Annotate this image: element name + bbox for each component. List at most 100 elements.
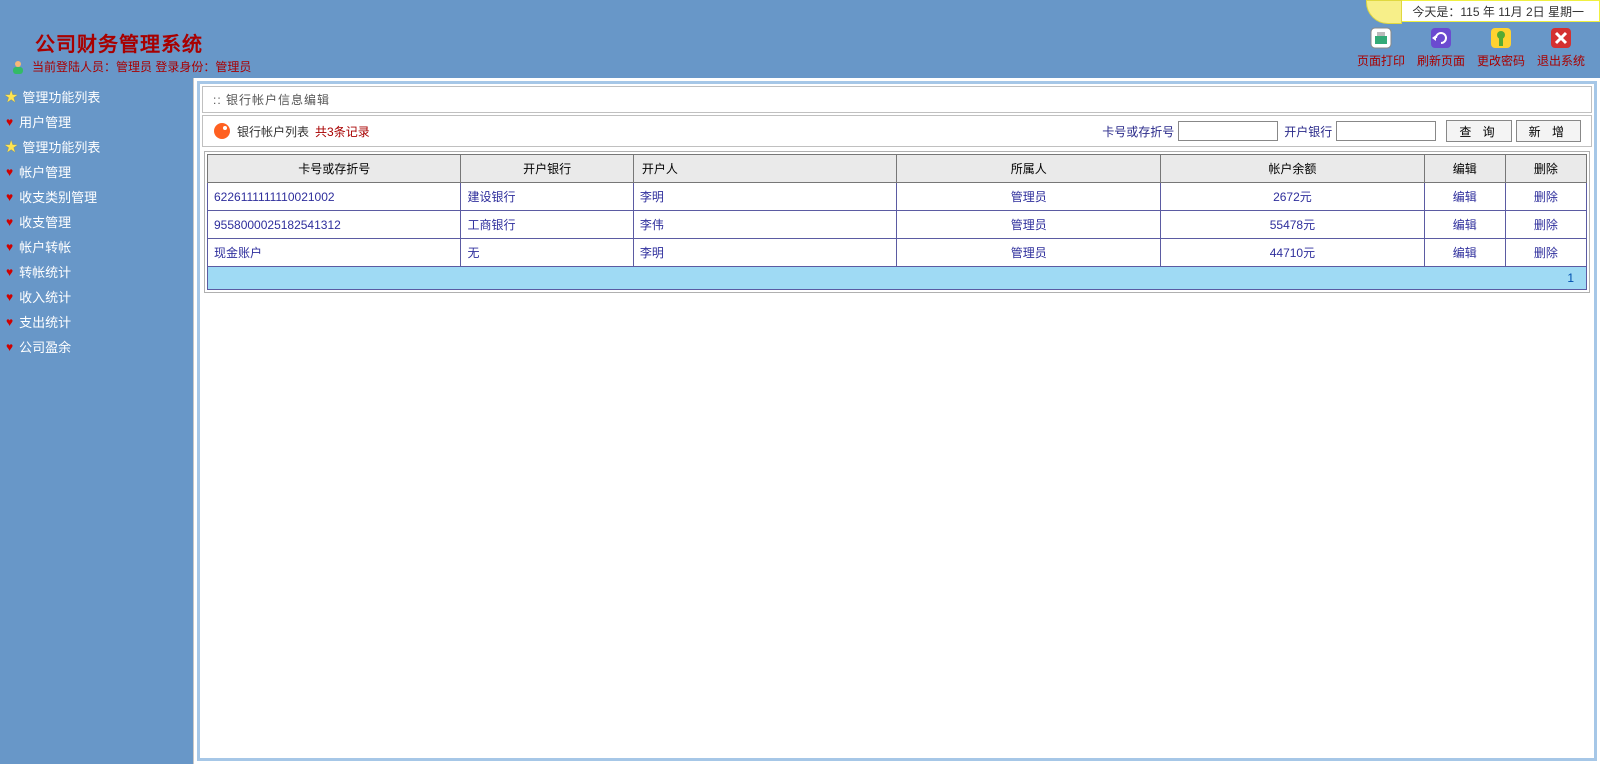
cell-owner: 管理员 (897, 183, 1161, 211)
sidebar-group-label-1: 管理功能列表 (22, 87, 100, 106)
cell-card: 现金账户 (208, 239, 461, 267)
pager-page-1[interactable]: 1 (1563, 271, 1578, 285)
list-label: 银行帐户列表 (237, 123, 309, 140)
delete-link[interactable]: 删除 (1534, 218, 1558, 232)
edit-link[interactable]: 编辑 (1453, 218, 1477, 232)
col-holder: 开户人 (633, 155, 897, 183)
col-balance: 帐户余额 (1161, 155, 1425, 183)
table-row: 现金账户无李明管理员44710元 编辑 删除 (208, 239, 1587, 267)
sidebar: ★ 管理功能列表 ♥ 用户管理 ★ 管理功能列表 ♥ 帐户管理 ♥ 收支类别管理 ♥… (0, 78, 193, 764)
cell-delete: 删除 (1505, 183, 1586, 211)
sidebar-group-header-2[interactable]: ★ 管理功能列表 (0, 134, 193, 159)
star-icon: ★ (4, 137, 18, 157)
exit-label: 退出系统 (1537, 52, 1585, 69)
edit-link[interactable]: 编辑 (1453, 190, 1477, 204)
cell-balance: 44710元 (1161, 239, 1425, 267)
sidebar-item-label: 收支类别管理 (19, 187, 97, 206)
close-icon (1549, 26, 1573, 50)
cell-card: 9558000025182541312 (208, 211, 461, 239)
search-button[interactable]: 查 询 (1446, 120, 1511, 142)
col-bank: 开户银行 (461, 155, 633, 183)
user-icon (10, 59, 26, 75)
table-row: 6226111111110021002建设银行李明管理员2672元编辑删除 (208, 183, 1587, 211)
cell-edit: 编辑 (1424, 183, 1505, 211)
date-strip: 今天是： 115 年 11月 2日 星期一 (1381, 0, 1600, 22)
cell-bank: 无 (461, 239, 633, 267)
app-title: 公司财务管理系统 (35, 28, 203, 57)
sidebar-item-transfer-stats[interactable]: ♥转帐统计 (0, 259, 193, 284)
filter-card-input[interactable] (1178, 121, 1278, 141)
heart-icon: ♥ (6, 165, 13, 179)
sidebar-item-label: 支出统计 (19, 312, 71, 331)
panel-title: :: 银行帐户信息编辑 (202, 86, 1592, 113)
cell-delete: 删除 (1505, 239, 1586, 267)
content: :: 银行帐户信息编辑 银行帐户列表 共3条记录 卡号或存折号 开户银行 查 询 (193, 78, 1600, 764)
header: 今天是： 115 年 11月 2日 星期一 公司财务管理系统 页面打印 刷新页面 (0, 0, 1600, 78)
key-icon (1489, 26, 1513, 50)
heart-icon: ♥ (6, 290, 13, 304)
filter-bank-label: 开户银行 (1284, 123, 1332, 140)
sidebar-group-header-1[interactable]: ★ 管理功能列表 (0, 84, 193, 109)
sidebar-item-label: 收支管理 (19, 212, 71, 231)
date-value: 115 年 11月 2日 星期一 (1460, 3, 1584, 20)
col-edit: 编辑 (1424, 155, 1505, 183)
refresh-label: 刷新页面 (1417, 52, 1465, 69)
login-bar: 当前登陆人员：管理员 登录身份：管理员 (10, 58, 251, 75)
refresh-icon (1429, 26, 1453, 50)
sidebar-item-users[interactable]: ♥ 用户管理 (0, 109, 193, 134)
login-prefix: 当前登陆人员： (32, 60, 116, 74)
filter-bank-input[interactable] (1336, 121, 1436, 141)
toolbar: 页面打印 刷新页面 更改密码 退出系统 (1352, 26, 1590, 69)
cell-holder: 李明 (633, 239, 897, 267)
add-button[interactable]: 新 增 (1516, 120, 1581, 142)
cell-balance: 55478元 (1161, 211, 1425, 239)
record-count: 共3条记录 (315, 123, 370, 140)
heart-icon: ♥ (6, 265, 13, 279)
edit-link[interactable]: 编辑 (1453, 246, 1477, 260)
sidebar-item-category[interactable]: ♥ 收支类别管理 (0, 184, 193, 209)
col-owner: 所属人 (897, 155, 1161, 183)
print-button[interactable]: 页面打印 (1352, 26, 1410, 69)
sidebar-item-account[interactable]: ♥ 帐户管理 (0, 159, 193, 184)
exit-button[interactable]: 退出系统 (1532, 26, 1590, 69)
cell-owner: 管理员 (897, 239, 1161, 267)
delete-link[interactable]: 删除 (1534, 246, 1558, 260)
heart-icon: ♥ (6, 190, 13, 204)
heart-icon: ♥ (6, 315, 13, 329)
cell-bank: 建设银行 (461, 183, 633, 211)
list-icon (213, 122, 231, 140)
cell-delete: 删除 (1505, 211, 1586, 239)
heart-icon: ♥ (6, 240, 13, 254)
login-role-prefix: 登录身份： (152, 60, 215, 74)
col-delete: 删除 (1505, 155, 1586, 183)
login-user: 管理员 (116, 60, 152, 74)
heart-icon: ♥ (6, 115, 13, 129)
heart-icon: ♥ (6, 340, 13, 354)
password-button[interactable]: 更改密码 (1472, 26, 1530, 69)
date-prefix: 今天是： (1412, 3, 1460, 20)
delete-link[interactable]: 删除 (1534, 190, 1558, 204)
col-card: 卡号或存折号 (208, 155, 461, 183)
filter-card-label: 卡号或存折号 (1102, 123, 1174, 140)
cell-bank: 工商银行 (461, 211, 633, 239)
star-icon: ★ (4, 87, 18, 107)
print-icon (1369, 26, 1393, 50)
sidebar-item-label: 用户管理 (19, 112, 71, 131)
cell-holder: 李伟 (633, 211, 897, 239)
sidebar-item-expense-stats[interactable]: ♥ 支出统计 (0, 309, 193, 334)
cell-holder: 李明 (633, 183, 897, 211)
sidebar-item-label: 帐户管理 (19, 162, 71, 181)
sidebar-item-label: 公司盈余 (19, 337, 71, 356)
cell-edit: 编辑 (1424, 239, 1505, 267)
sidebar-item-profit[interactable]: ♥ 公司盈余 (0, 334, 193, 359)
panel-toolbar: 银行帐户列表 共3条记录 卡号或存折号 开户银行 查 询 新 增 (202, 115, 1592, 147)
sidebar-group-label-2: 管理功能列表 (22, 137, 100, 156)
refresh-button[interactable]: 刷新页面 (1412, 26, 1470, 69)
sidebar-item-transfer[interactable]: ♥帐户转帐 (0, 234, 193, 259)
sidebar-item-ie[interactable]: ♥收支管理 (0, 209, 193, 234)
table-row: 9558000025182541312工商银行李伟管理员55478元编辑删除 (208, 211, 1587, 239)
print-label: 页面打印 (1357, 52, 1405, 69)
sidebar-item-income-stats[interactable]: ♥收入统计 (0, 284, 193, 309)
cell-card: 6226111111110021002 (208, 183, 461, 211)
password-label: 更改密码 (1477, 52, 1525, 69)
